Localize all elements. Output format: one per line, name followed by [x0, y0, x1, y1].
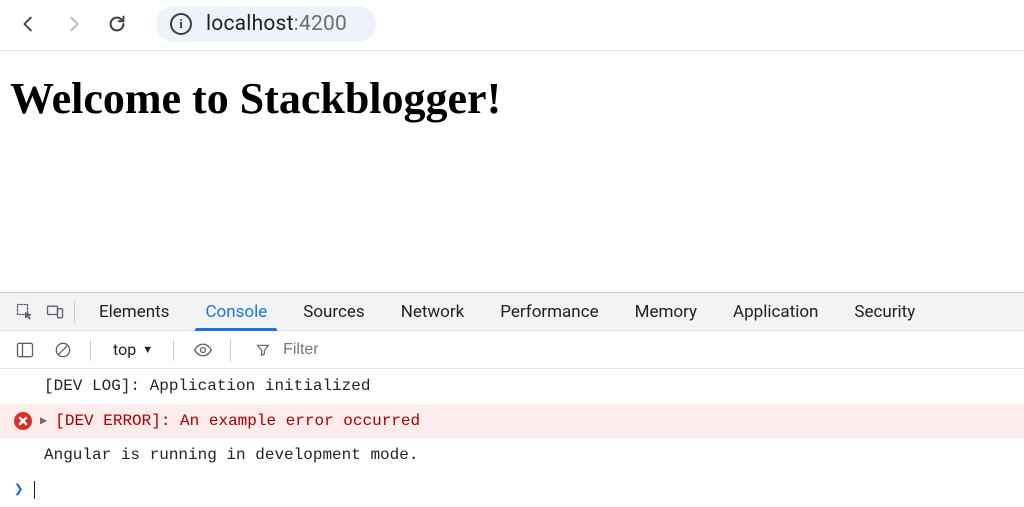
tab-security[interactable]: Security: [836, 293, 933, 331]
devtools-tabstrip: Elements Console Sources Network Perform…: [0, 293, 1024, 331]
log-row: [DEV LOG]: Application initialized: [0, 369, 1024, 403]
separator: [173, 339, 174, 361]
browser-toolbar: i localhost:4200: [0, 0, 1024, 51]
log-text: Angular is running in development mode.: [44, 444, 418, 466]
log-row-error[interactable]: ▶ [DEV ERROR]: An example error occurred: [0, 404, 1024, 438]
log-row: Angular is running in development mode.: [0, 438, 1024, 472]
log-text: [DEV LOG]: Application initialized: [44, 375, 370, 397]
separator: [90, 339, 91, 361]
separator: [230, 339, 231, 361]
filter-input[interactable]: [281, 340, 401, 360]
back-button[interactable]: [14, 9, 44, 39]
log-text: [DEV ERROR]: An example error occurred: [55, 410, 420, 432]
caret-down-icon: ▼: [142, 343, 153, 356]
forward-button[interactable]: [58, 9, 88, 39]
context-label: top: [113, 340, 136, 359]
page-viewport: Welcome to Stackblogger!: [0, 51, 1024, 146]
tab-network[interactable]: Network: [383, 293, 483, 331]
error-icon: [14, 412, 32, 430]
text-cursor: [34, 481, 36, 499]
expand-caret-icon[interactable]: ▶: [40, 413, 47, 430]
live-expression-icon[interactable]: [188, 335, 218, 365]
reload-button[interactable]: [102, 9, 132, 39]
tab-elements[interactable]: Elements: [81, 293, 187, 331]
execution-context-selector[interactable]: top ▼: [105, 340, 161, 359]
tab-application[interactable]: Application: [715, 293, 836, 331]
console-prompt[interactable]: ❯: [0, 473, 1024, 507]
url-text: localhost:4200: [206, 12, 347, 36]
tab-memory[interactable]: Memory: [617, 293, 715, 331]
inspect-element-icon[interactable]: [10, 297, 40, 327]
clear-console-icon[interactable]: [48, 335, 78, 365]
device-toolbar-icon[interactable]: [40, 297, 70, 327]
site-info-icon[interactable]: i: [170, 13, 192, 35]
tab-sources[interactable]: Sources: [285, 293, 382, 331]
separator: [74, 301, 75, 323]
filter-icon: [255, 342, 271, 358]
console-filter[interactable]: [245, 340, 411, 360]
devtools-panel: Elements Console Sources Network Perform…: [0, 292, 1024, 507]
page-heading: Welcome to Stackblogger!: [10, 73, 1014, 124]
address-bar[interactable]: i localhost:4200: [156, 6, 376, 42]
toggle-sidebar-icon[interactable]: [10, 335, 40, 365]
tab-performance[interactable]: Performance: [482, 293, 616, 331]
tab-console[interactable]: Console: [187, 293, 285, 331]
console-toolbar: top ▼: [0, 331, 1024, 369]
prompt-chevron-icon: ❯: [14, 479, 24, 501]
console-log-area: [DEV LOG]: Application initialized ▶ [DE…: [0, 369, 1024, 507]
